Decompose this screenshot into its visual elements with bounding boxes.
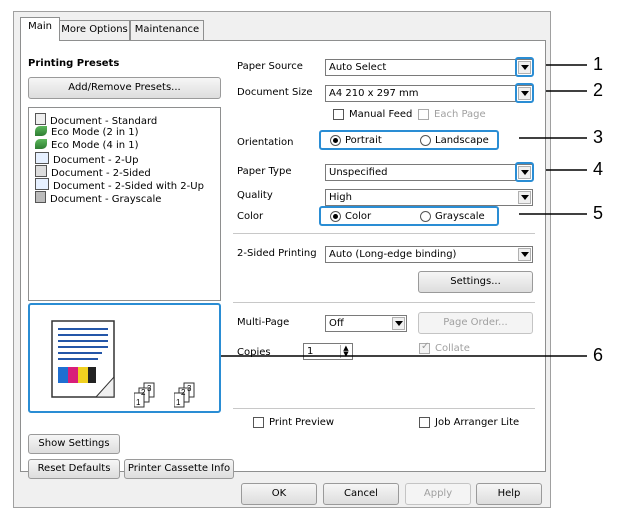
callout-number: 3: [593, 127, 604, 147]
callout-number: 5: [593, 203, 604, 223]
callout-number: 1: [593, 54, 604, 74]
callout-number: 6: [593, 345, 604, 365]
callout-lines: [221, 64, 587, 357]
tab-main-label: Main: [28, 21, 52, 32]
callout-number: 2: [593, 80, 604, 100]
tab-main[interactable]: Main: [20, 17, 60, 41]
callout-number: 4: [593, 159, 604, 179]
